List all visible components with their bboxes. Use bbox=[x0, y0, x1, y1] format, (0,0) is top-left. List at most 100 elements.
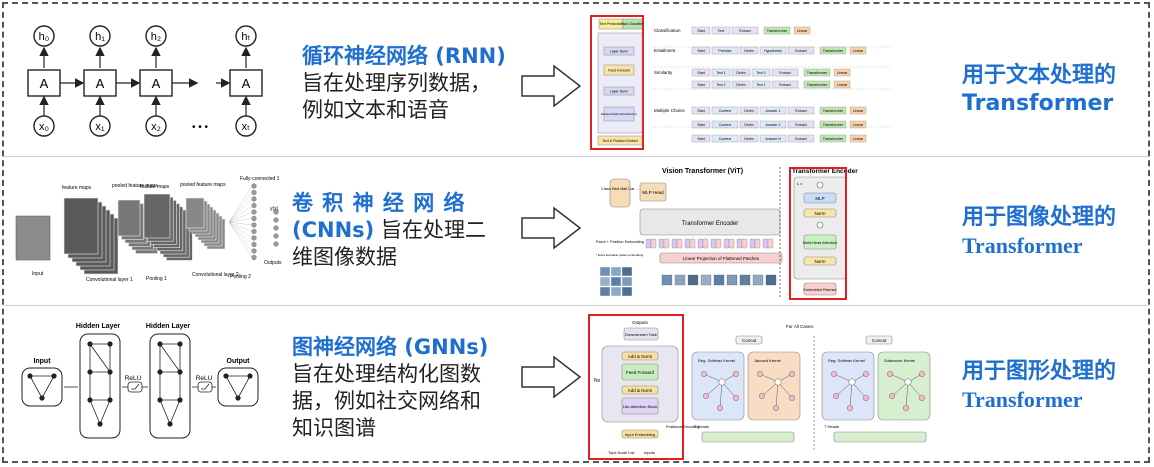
gt-heads-1: T Heads bbox=[694, 424, 709, 429]
gnn-line-1: 旨在处理结构化图数 bbox=[292, 362, 481, 386]
gt-downstream: Downstream Task bbox=[625, 332, 657, 337]
gt-jaccard: Jaccard Kernel bbox=[754, 358, 781, 363]
cnn-output-neuron bbox=[273, 233, 279, 239]
cnn-connection bbox=[228, 221, 253, 245]
nlp-ln1: Layer Norm bbox=[610, 50, 628, 54]
rnn-input-label: x₁ bbox=[95, 121, 105, 133]
vit-patch-embed bbox=[663, 238, 670, 249]
nlp-token-label: Extract bbox=[795, 109, 806, 113]
vit-patch-embed bbox=[650, 238, 657, 249]
gnn-node bbox=[107, 397, 113, 403]
vit-position-embed bbox=[645, 238, 652, 249]
vit-patch-embed bbox=[702, 238, 709, 249]
gnn-arrow-icon bbox=[521, 355, 582, 399]
cnn-title-abbr: (CNNs) bbox=[292, 218, 375, 242]
rnn-hidden-label: h₀ bbox=[39, 31, 50, 43]
vit-extra-label: * Extra learnable [class] embedding bbox=[596, 253, 644, 257]
right-label-image-en: Transformer bbox=[962, 233, 1083, 258]
gnn-node bbox=[87, 397, 93, 403]
gt-subtractor: Subtractor Kernel bbox=[884, 358, 915, 363]
cnn-label-pool1: Pooling 1 bbox=[146, 276, 167, 282]
nlp-token-label: Start bbox=[697, 71, 705, 75]
vit-patch-embed bbox=[715, 238, 722, 249]
gt-kernel-node bbox=[863, 371, 870, 378]
gnn-node bbox=[107, 369, 113, 375]
graph-transformer-diagram: Outputs Downstream Task Nx Add & Norm Fe… bbox=[594, 320, 931, 455]
nlp-token-label: Start bbox=[697, 83, 705, 87]
vit-position-embed bbox=[736, 238, 743, 249]
nlp-mmsa: Masked Multi Self Attention bbox=[601, 112, 638, 116]
vit-position-embed bbox=[749, 238, 756, 249]
gt-kernel-node bbox=[847, 404, 854, 411]
nlp-token-label: Text 1 bbox=[756, 83, 766, 87]
nlp-linear-label: Linear bbox=[837, 71, 848, 75]
cnn-fc-neuron bbox=[251, 241, 257, 248]
nlp-transformer-label: Transformer bbox=[823, 123, 844, 127]
cnn-output-neuron bbox=[273, 225, 279, 231]
rnn-diagram: h₀ Ax₀ h₁ Ax₁ h₂ Ax₂ hₜ Axₜ • • • bbox=[27, 25, 263, 137]
vit-encoder-redbox bbox=[789, 167, 847, 300]
nlp-token-label: Start bbox=[697, 49, 705, 53]
vit-source-patch bbox=[610, 286, 622, 297]
nlp-token-label: Extract bbox=[779, 83, 790, 87]
nlp-task-label: Multiple Choice bbox=[654, 108, 685, 113]
rnn-cell-label: A bbox=[40, 76, 49, 91]
nlp-ln2: Layer Norm bbox=[610, 90, 628, 94]
cnn-connection bbox=[228, 211, 253, 223]
gt-center-node bbox=[774, 378, 782, 386]
nlp-token-label: Hypothesis bbox=[764, 49, 782, 53]
gt-kernel-node bbox=[863, 394, 870, 401]
cnn-line-3: 维图像数据 bbox=[292, 245, 397, 269]
vit-image-patch bbox=[726, 274, 738, 286]
cnn-label-yx: y(x) bbox=[270, 206, 279, 212]
vit-position-embed bbox=[684, 238, 691, 249]
vit-source-patch bbox=[599, 266, 611, 277]
nlp-transformer-label: Transformer bbox=[767, 29, 788, 33]
cnn-output-neuron bbox=[273, 217, 279, 223]
gnn-node bbox=[87, 341, 93, 347]
vit-title: Vision Transformer (ViT) bbox=[662, 168, 743, 175]
cnn-arrow-icon bbox=[521, 206, 582, 250]
vit-image-patch bbox=[739, 274, 751, 286]
right-label-text-en: Transformer bbox=[962, 91, 1114, 116]
vit-source-patch bbox=[610, 266, 622, 277]
cnn-connection bbox=[228, 205, 253, 223]
rnn-hidden-label: h₁ bbox=[95, 31, 105, 43]
cnn-fc-neuron bbox=[251, 196, 257, 202]
gt-center-node bbox=[718, 378, 726, 386]
gnn-title: 图神经网络 (GNNs) bbox=[292, 335, 489, 359]
nlp-token-label: Extract bbox=[779, 71, 790, 75]
nlp-transformer-label: Transformer bbox=[823, 109, 844, 113]
gnn-node bbox=[157, 369, 163, 375]
rnn-line-1: 旨在处理序列数据， bbox=[302, 71, 491, 95]
gt-kernel-node bbox=[756, 371, 763, 378]
gnn-diagram: Hidden Layer Hidden Layer Input ReLU ReL… bbox=[21, 323, 259, 439]
vit-patch-embed bbox=[741, 238, 748, 249]
cnn-fc-neuron bbox=[251, 235, 257, 241]
cnn-feature-map bbox=[143, 193, 171, 239]
nlp-linear-label: Linear bbox=[853, 123, 864, 127]
vit-source-patch bbox=[621, 276, 633, 287]
nlp-transformer-label: Transformer bbox=[823, 137, 844, 141]
nlp-token-label: Delim bbox=[744, 109, 753, 113]
gnn-node bbox=[51, 373, 57, 379]
gt-kernel-node bbox=[889, 392, 896, 399]
vit-image-patch bbox=[661, 274, 673, 286]
cnn-input-image bbox=[15, 215, 51, 261]
gnn-node bbox=[223, 373, 229, 379]
figure-page: h₀ Ax₀ h₁ Ax₁ h₂ Ax₂ hₜ Axₜ • • • 循环神经网络 (RNN) 旨… bbox=[0, 0, 1154, 467]
nlp-token-label: Delim bbox=[744, 123, 753, 127]
nlp-token-label: Text 2 bbox=[756, 71, 766, 75]
nlp-token-label: Text 1 bbox=[716, 71, 726, 75]
cnn-feature-map bbox=[117, 199, 141, 237]
gt-heads-2: T Heads bbox=[824, 424, 839, 429]
vit-image-patch bbox=[713, 274, 725, 286]
nlp-token-label: Context bbox=[719, 137, 731, 141]
cnn-feature-map bbox=[185, 197, 205, 229]
relu-icon bbox=[197, 381, 213, 393]
gt-inputs: Inputs bbox=[644, 450, 655, 455]
nlp-transformer-label: Transformer bbox=[823, 49, 844, 53]
gt-kernel-node bbox=[887, 371, 894, 378]
nlp-task-label: Entailment bbox=[654, 48, 676, 53]
nlp-token-label: Answer 2 bbox=[766, 123, 781, 127]
